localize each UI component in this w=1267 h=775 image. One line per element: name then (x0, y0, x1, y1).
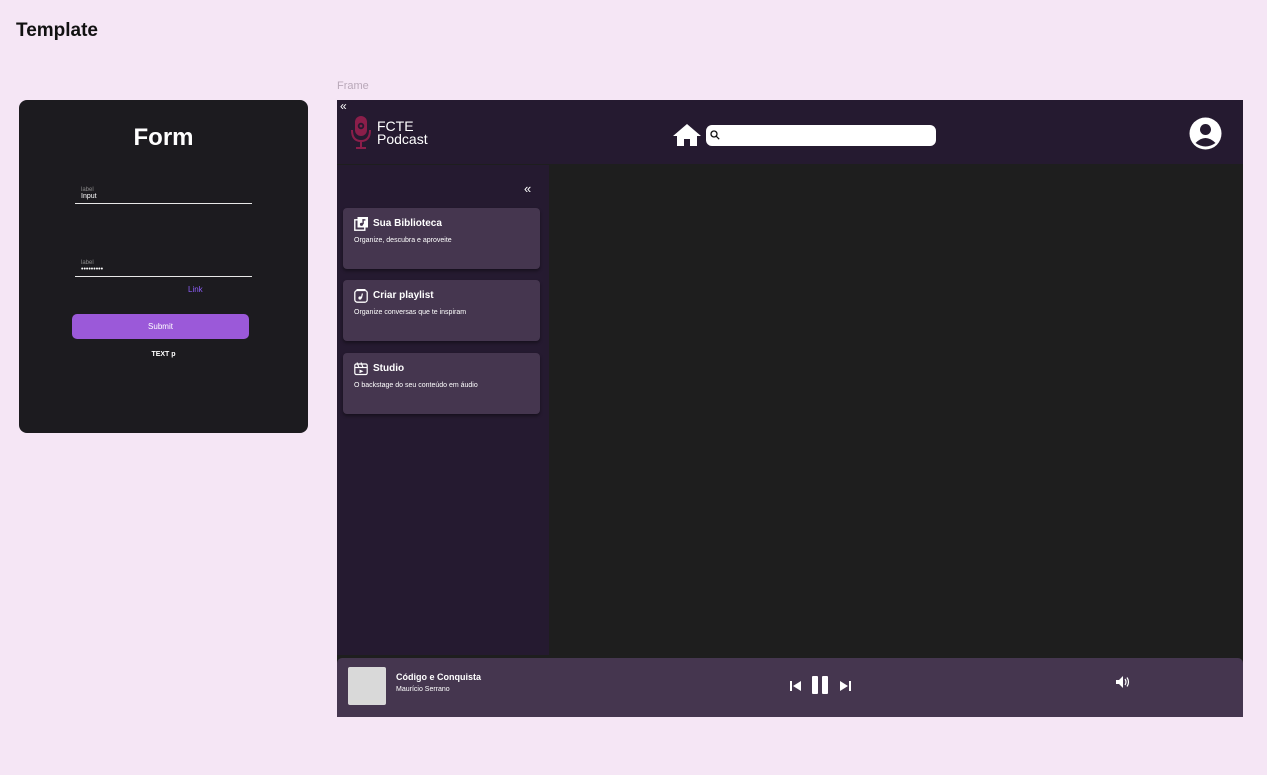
search-box[interactable] (706, 125, 936, 146)
user-account-icon[interactable] (1189, 117, 1222, 150)
card-title: Studio (373, 363, 405, 374)
search-input[interactable] (722, 127, 934, 145)
text-p: TEXT p (151, 351, 176, 358)
sidebar: « Sua Biblioteca Organize, descubra e ap… (337, 165, 549, 655)
logo-line2: Podcast (377, 131, 428, 147)
playlist-create-icon (354, 289, 368, 303)
pause-icon[interactable] (812, 676, 829, 694)
card-sua-biblioteca[interactable]: Sua Biblioteca Organize, descubra e apro… (343, 208, 540, 269)
top-bar: « FCTE Podcast (337, 100, 1243, 164)
input-field-value: Input (81, 193, 97, 200)
form-link[interactable]: Link (188, 285, 203, 294)
card-subtitle: O backstage do seu conteúdo em áudio (354, 382, 478, 389)
collapse-top-icon[interactable]: « (340, 100, 347, 112)
search-icon (710, 130, 720, 140)
password-field-value: ••••••••• (81, 266, 104, 273)
input-field[interactable]: label Input (75, 187, 252, 204)
frame-label: Frame (337, 80, 369, 92)
submit-button[interactable]: Submit (72, 314, 249, 339)
album-cover (348, 667, 386, 705)
library-music-icon (354, 217, 368, 231)
home-icon[interactable] (673, 124, 701, 146)
card-title: Criar playlist (373, 290, 434, 301)
volume-icon[interactable] (1116, 676, 1130, 688)
page-title: Template (16, 20, 99, 41)
player-bar: Código e Conquista Maurício Serrano (337, 658, 1243, 717)
track-title: Código e Conquista (396, 672, 481, 682)
track-artist: Maurício Serrano (396, 686, 450, 693)
card-studio[interactable]: Studio O backstage do seu conteúdo em áu… (343, 353, 540, 414)
password-field[interactable]: label ••••••••• (75, 260, 252, 277)
skip-next-icon[interactable] (840, 681, 851, 691)
card-subtitle: Organize, descubra e aproveite (354, 237, 452, 244)
card-title: Sua Biblioteca (373, 218, 442, 229)
card-subtitle: Organize conversas que te inspiram (354, 309, 467, 316)
card-criar-playlist[interactable]: Criar playlist Organize conversas que te… (343, 280, 540, 341)
logo-text: FCTE Podcast (377, 119, 428, 147)
microphone-logo-icon (351, 116, 371, 149)
form-title: Form (133, 124, 194, 151)
app-frame: « FCTE Podcast « Sua Biblioteca Organize… (337, 100, 1243, 717)
skip-previous-icon[interactable] (790, 681, 801, 691)
collapse-sidebar-icon[interactable]: « (524, 181, 531, 196)
studio-icon (354, 362, 368, 376)
